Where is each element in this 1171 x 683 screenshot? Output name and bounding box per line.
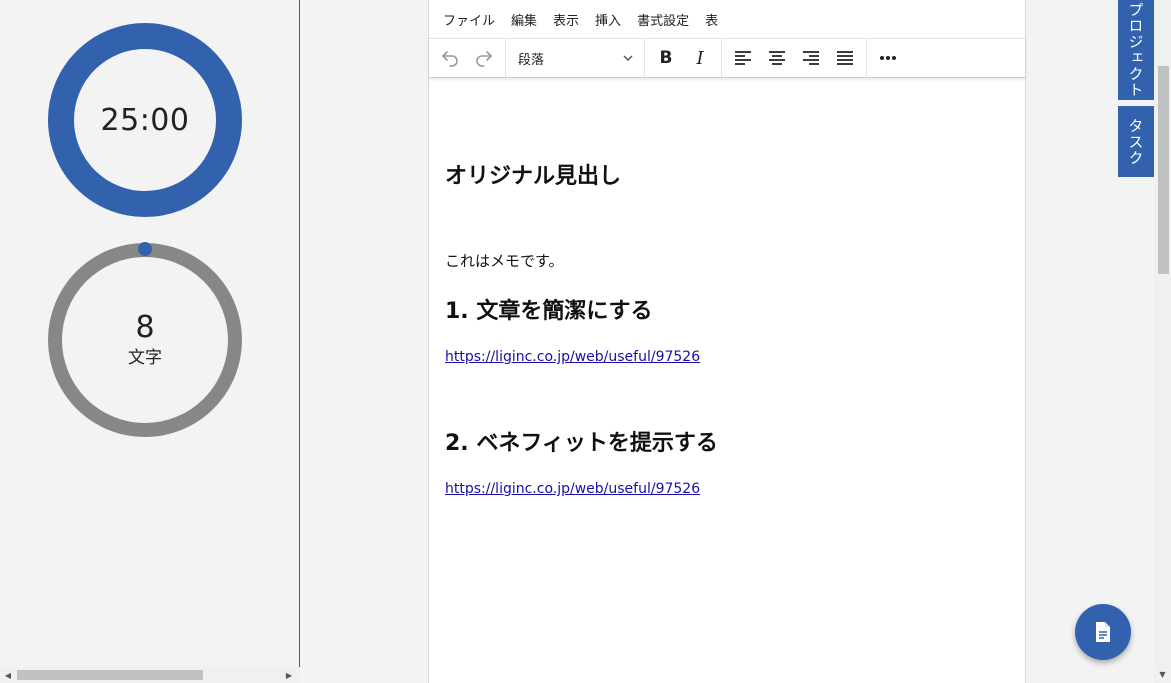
block-format-value: 段落 — [518, 52, 545, 68]
menu-view[interactable]: 表示 — [553, 10, 579, 29]
vertical-scrollbar[interactable]: ▼ — [1154, 0, 1171, 683]
align-right-button[interactable] — [794, 41, 828, 75]
align-left-button[interactable] — [726, 41, 760, 75]
vertical-scroll-thumb[interactable] — [1158, 66, 1169, 274]
doc-link-2[interactable]: https://liginc.co.jp/web/useful/97526 — [445, 481, 1009, 497]
horizontal-scrollbar[interactable]: ◀ ▶ — [0, 667, 300, 683]
more-group — [867, 39, 909, 77]
menu-insert[interactable]: 挿入 — [595, 10, 621, 29]
block-format-select[interactable]: 段落 — [510, 41, 640, 75]
doc-link-1[interactable]: https://liginc.co.jp/web/useful/97526 — [445, 349, 1009, 365]
new-document-button[interactable] — [1075, 604, 1131, 660]
doc-memo-paragraph: これはメモです。 — [445, 252, 564, 270]
menu-edit[interactable]: 編集 — [511, 10, 537, 29]
rich-text-editor: ファイル 編集 表示 挿入 書式設定 表 段落 B I オリジナル見出し これは… — [428, 0, 1026, 683]
menu-table[interactable]: 表 — [705, 10, 718, 29]
align-center-button[interactable] — [760, 41, 794, 75]
document-icon — [1096, 622, 1110, 642]
left-panel: 25:00 8 文字 ◀ ▶ — [0, 0, 300, 683]
progress-dot — [138, 242, 152, 256]
more-button[interactable] — [871, 41, 905, 75]
editor-content[interactable]: オリジナル見出し これはメモです。 1. 文章を簡潔にする https://li… — [429, 158, 1025, 497]
scroll-left-icon[interactable]: ◀ — [1, 667, 15, 683]
char-count-value: 8 — [135, 309, 155, 345]
history-group — [429, 39, 506, 77]
alignment-group — [722, 39, 867, 77]
editor-toolbar: 段落 B I — [429, 38, 1025, 78]
align-right-icon — [803, 51, 819, 65]
menu-file[interactable]: ファイル — [443, 10, 495, 29]
align-center-icon — [769, 51, 785, 65]
redo-icon — [476, 51, 492, 67]
tab-task[interactable]: タスク — [1118, 106, 1154, 177]
editor-menubar: ファイル 編集 表示 挿入 書式設定 表 — [429, 0, 1025, 38]
more-dots-icon — [880, 56, 896, 60]
timer-ring[interactable]: 25:00 — [48, 23, 242, 217]
doc-heading: オリジナル見出し — [445, 164, 622, 189]
doc-section-2-heading: 2. ベネフィットを提示する — [445, 431, 718, 456]
char-count-unit: 文字 — [128, 348, 162, 369]
undo-button[interactable] — [433, 41, 467, 75]
menu-format[interactable]: 書式設定 — [637, 10, 689, 29]
scroll-down-icon[interactable]: ▼ — [1154, 667, 1171, 681]
align-left-icon — [735, 51, 751, 65]
bold-button[interactable]: B — [649, 41, 683, 75]
justify-button[interactable] — [828, 41, 862, 75]
scroll-right-icon[interactable]: ▶ — [282, 667, 296, 683]
char-count-ring: 8 文字 — [48, 243, 242, 437]
italic-button[interactable]: I — [683, 41, 717, 75]
chevron-down-icon — [623, 55, 633, 62]
undo-icon — [442, 51, 458, 67]
timer-display: 25:00 — [100, 102, 190, 138]
doc-section-1-heading: 1. 文章を簡潔にする — [445, 299, 653, 324]
horizontal-scroll-thumb[interactable] — [17, 670, 203, 680]
block-format-group: 段落 — [506, 39, 645, 77]
align-justify-icon — [837, 51, 853, 65]
redo-button[interactable] — [467, 41, 501, 75]
tab-project[interactable]: プロジェクト — [1118, 0, 1154, 100]
text-style-group: B I — [645, 39, 722, 77]
